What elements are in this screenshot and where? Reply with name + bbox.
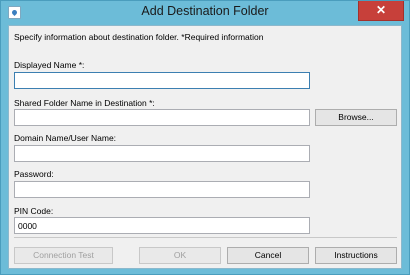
button-separator [14,237,397,238]
instructions-button[interactable]: Instructions [315,247,397,264]
dialog-window: Add Destination Folder ✕ Specify informa… [0,0,410,275]
password-label: Password: [14,169,54,179]
connection-test-button[interactable]: Connection Test [14,247,113,264]
ok-button[interactable]: OK [139,247,221,264]
password-field[interactable] [14,181,310,198]
shared-folder-label: Shared Folder Name in Destination *: [14,98,155,108]
displayed-name-field[interactable] [14,72,310,89]
shared-folder-field[interactable] [14,109,310,126]
window-title: Add Destination Folder [141,4,269,18]
dialog-body: Specify information about destination fo… [8,25,402,269]
close-button[interactable]: ✕ [358,1,404,21]
pin-code-field[interactable] [14,217,310,234]
instruction-text: Specify information about destination fo… [14,32,264,42]
domain-user-field[interactable] [14,145,310,162]
title-bar[interactable]: Add Destination Folder ✕ [1,1,409,25]
displayed-name-label: Displayed Name *: [14,60,85,70]
domain-user-label: Domain Name/User Name: [14,133,117,143]
cancel-button[interactable]: Cancel [227,247,309,264]
pin-code-label: PIN Code: [14,206,54,216]
browse-button[interactable]: Browse... [315,109,397,126]
